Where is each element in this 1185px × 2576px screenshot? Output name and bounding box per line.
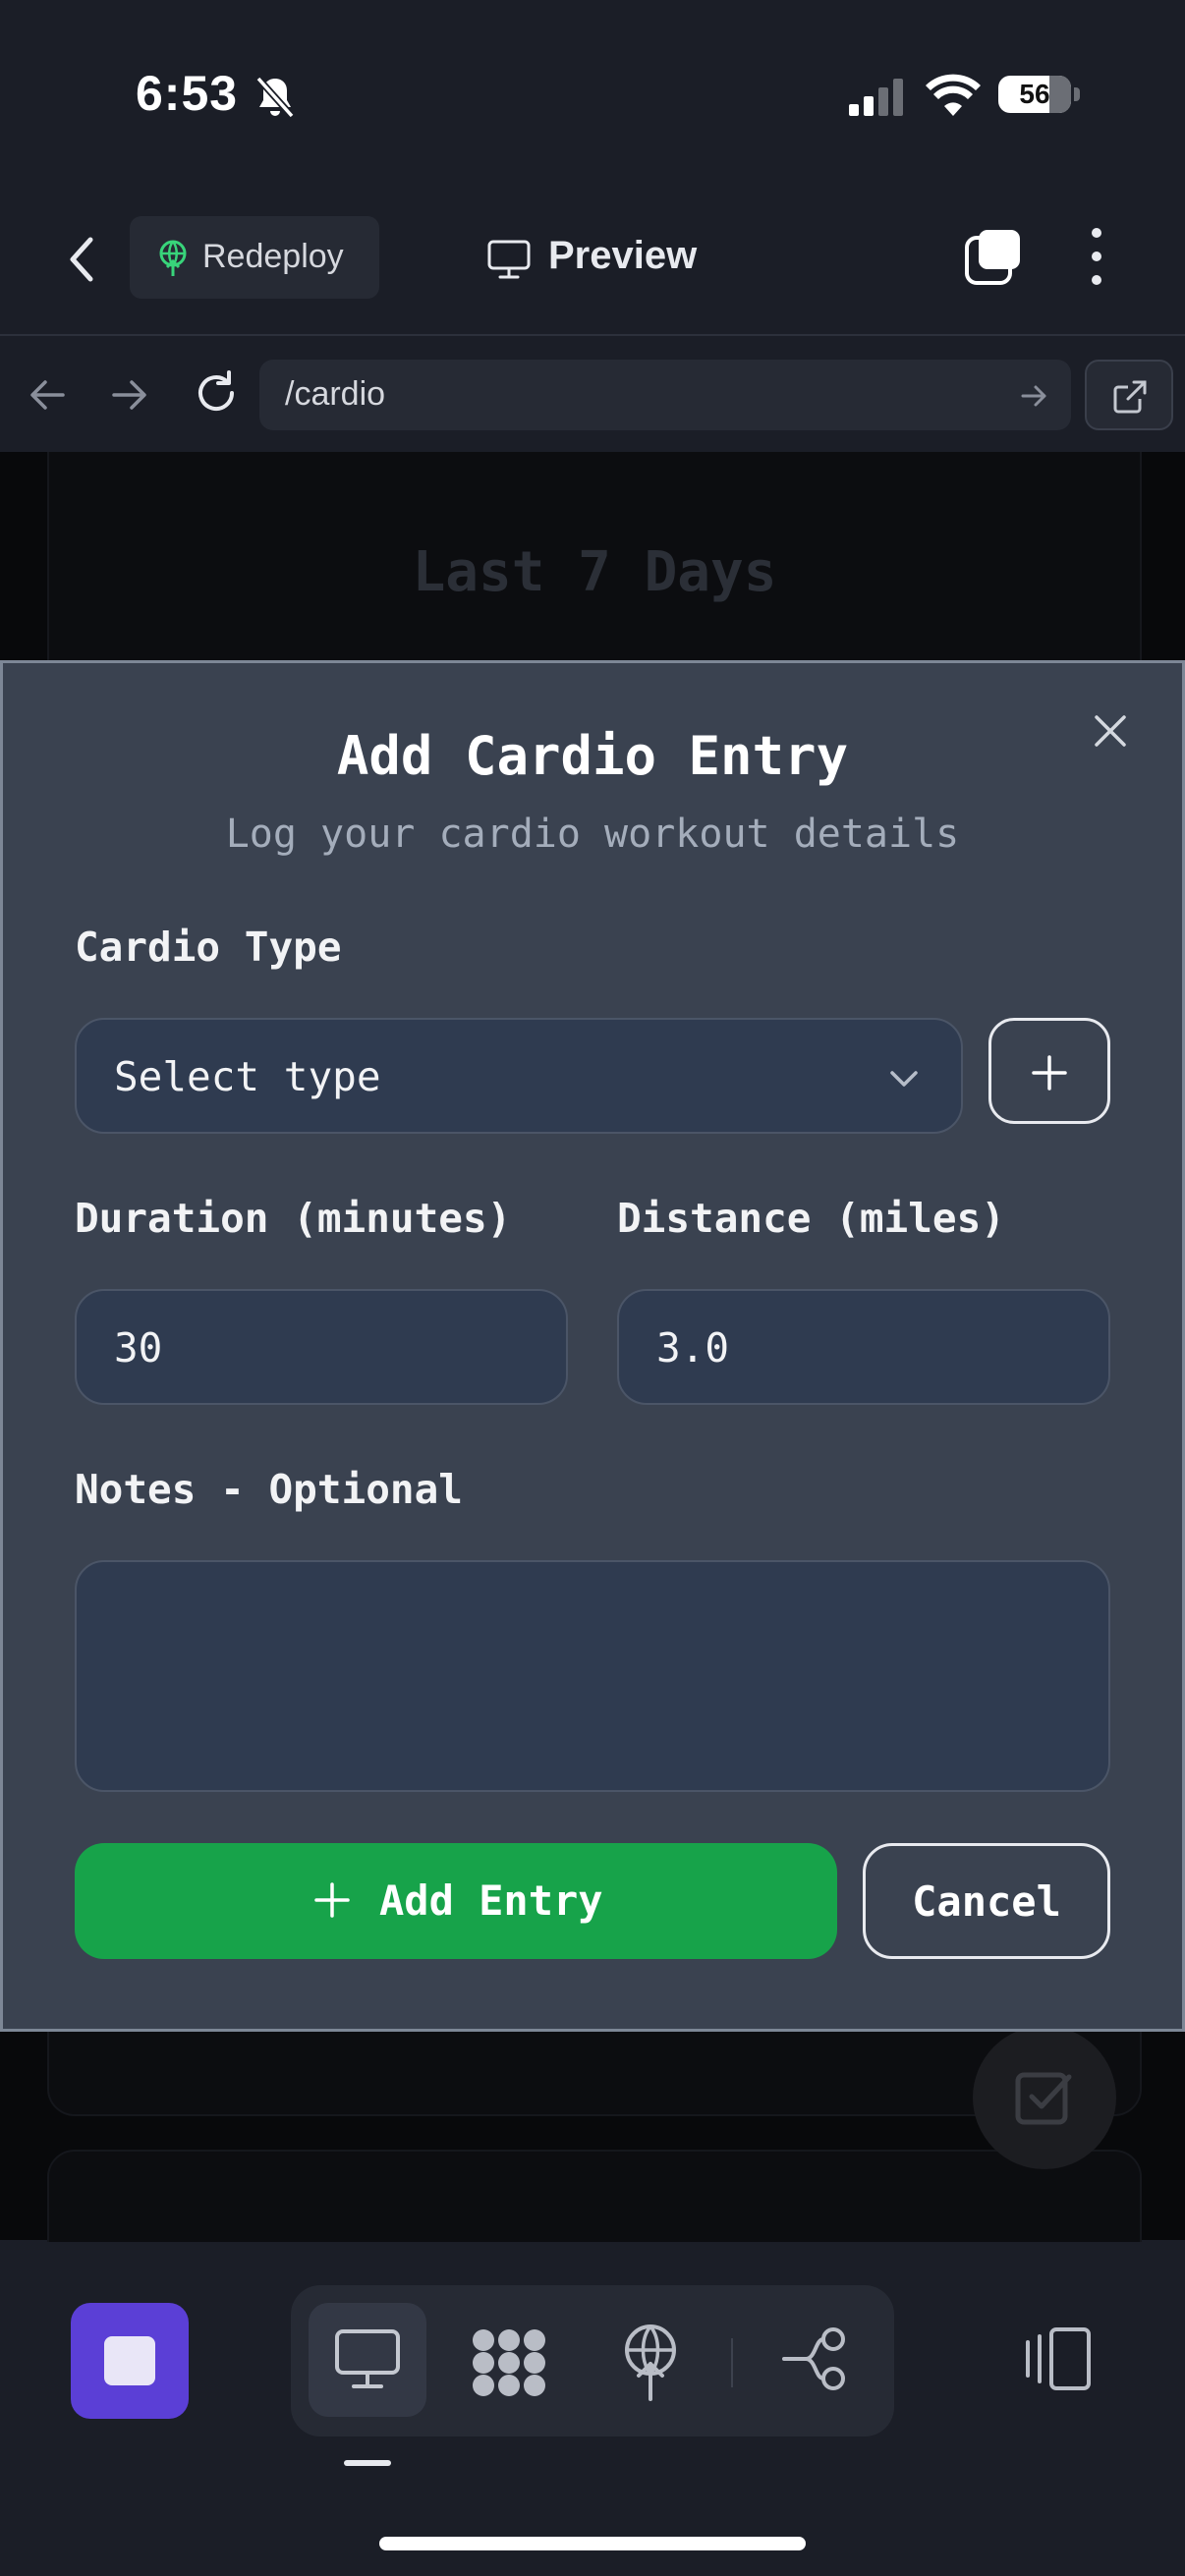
url-input[interactable]: /cardio xyxy=(259,360,1071,430)
dialog-title: Add Cardio Entry xyxy=(336,725,849,787)
notes-textarea[interactable] xyxy=(75,1560,1110,1792)
chevron-left-icon[interactable] xyxy=(57,232,112,287)
arrow-left-icon[interactable] xyxy=(24,371,71,423)
check-square-button[interactable] xyxy=(973,2026,1116,2169)
distance-label: Distance (miles) xyxy=(617,1195,1005,1242)
panels-icon[interactable] xyxy=(1018,2326,1093,2396)
duration-value: 30 xyxy=(114,1324,163,1372)
add-cardio-type-button[interactable] xyxy=(988,1018,1110,1124)
duration-label: Duration (minutes) xyxy=(75,1195,512,1242)
preview-label: Preview xyxy=(548,234,698,277)
redeploy-icon xyxy=(155,240,191,282)
redeploy-button[interactable]: Redeploy xyxy=(130,216,379,299)
add-entry-button[interactable]: Add Entry xyxy=(75,1843,837,1959)
plus-icon xyxy=(312,1880,352,1925)
monitor-icon xyxy=(487,240,531,284)
stop-icon xyxy=(104,2336,155,2385)
battery-level: 56 xyxy=(1019,79,1050,109)
more-vertical-icon[interactable] xyxy=(1079,224,1114,289)
cancel-label: Cancel xyxy=(912,1877,1061,1926)
stop-button[interactable] xyxy=(71,2303,189,2419)
notes-label: Notes - Optional xyxy=(75,1466,463,1513)
chevron-down-icon xyxy=(886,1061,922,1101)
arrow-right-icon[interactable] xyxy=(106,371,153,423)
cancel-button[interactable]: Cancel xyxy=(863,1843,1110,1959)
preview-tool-button[interactable] xyxy=(309,2303,426,2417)
cardio-type-select[interactable]: Select type xyxy=(75,1018,963,1134)
cardio-type-label: Cardio Type xyxy=(75,924,342,971)
tabs-icon[interactable] xyxy=(963,228,1022,287)
dialog-subtitle: Log your cardio workout details xyxy=(225,812,960,857)
check-square-icon xyxy=(1015,2072,1072,2125)
deploy-icon[interactable] xyxy=(619,2323,682,2406)
go-arrow-icon[interactable] xyxy=(1020,381,1049,416)
duration-input[interactable]: 30 xyxy=(75,1289,568,1405)
url-text: /cardio xyxy=(285,375,386,413)
monitor-icon xyxy=(335,2329,400,2388)
active-tab-indicator xyxy=(344,2460,391,2466)
status-time: 6:53 xyxy=(136,66,239,121)
battery-cap xyxy=(1074,87,1080,101)
bell-slash-icon xyxy=(251,73,300,127)
preview-tab[interactable]: Preview xyxy=(481,216,737,299)
cardio-type-value: Select type xyxy=(114,1053,381,1100)
card-title: Last 7 Days xyxy=(412,540,777,604)
add-entry-label: Add Entry xyxy=(379,1876,603,1925)
open-external-button[interactable] xyxy=(1085,360,1173,430)
grid-icon[interactable] xyxy=(470,2326,548,2404)
share-icon[interactable] xyxy=(782,2326,851,2396)
wifi-icon xyxy=(926,73,981,121)
redeploy-label: Redeploy xyxy=(202,238,344,275)
external-link-icon xyxy=(1113,380,1147,414)
signal-icon xyxy=(849,79,908,121)
distance-input[interactable]: 3.0 xyxy=(617,1289,1110,1405)
battery-icon: 56 xyxy=(998,76,1071,113)
distance-value: 3.0 xyxy=(656,1324,730,1372)
tool-divider xyxy=(731,2338,733,2387)
plus-icon xyxy=(1032,1055,1067,1091)
home-indicator[interactable] xyxy=(379,2537,806,2550)
reload-icon[interactable] xyxy=(191,367,242,423)
